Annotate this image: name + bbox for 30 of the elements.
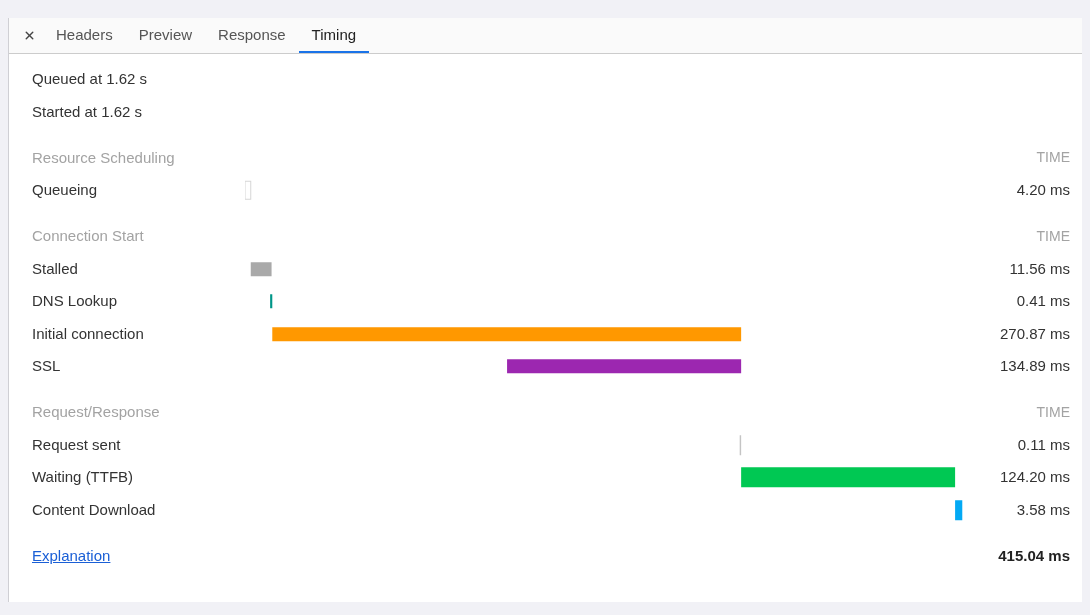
duration-text: 134.89 ms (999, 356, 1070, 376)
column-heading: TIME (1036, 226, 1070, 246)
section-heading: Resource Scheduling (32, 147, 175, 168)
column-heading: TIME (1036, 402, 1070, 422)
phase-label: Stalled (32, 259, 78, 277)
tab[interactable]: Preview (125, 18, 206, 53)
phase-label: DNS Lookup (32, 292, 118, 309)
phase-label: Waiting (TTFB) (32, 468, 134, 485)
phase-label: SSL (32, 357, 61, 374)
timing-summary-text: Started at 1.62 s (32, 101, 143, 122)
total-duration-text: 415.04 ms (998, 546, 1070, 566)
tab[interactable]: Timing (298, 18, 370, 53)
duration-text: 4.20 ms (1016, 180, 1070, 200)
section-heading: Request/Response (32, 402, 160, 422)
tab[interactable]: Response (205, 18, 299, 53)
duration-text: 3.58 ms (1016, 499, 1070, 520)
duration-text: 270.87 ms (999, 323, 1070, 344)
timing-summary-text: Queued at 1.62 s (32, 69, 148, 89)
duration-text: 0.41 ms (1016, 291, 1070, 311)
tab[interactable]: Headers (43, 18, 126, 53)
section-heading: Connection Start (32, 226, 144, 246)
duration-text: 11.56 ms (1009, 258, 1070, 279)
explanation-link[interactable]: Explanation (32, 545, 111, 568)
duration-text: 0.11 ms (1017, 434, 1070, 455)
column-heading: TIME (1036, 148, 1070, 168)
duration-text: 124.20 ms (999, 467, 1070, 487)
phase-label: Content Download (32, 500, 156, 518)
phase-label: Initial connection (32, 324, 144, 342)
phase-label: Queueing (32, 181, 98, 198)
phase-label: Request sent (32, 435, 121, 453)
